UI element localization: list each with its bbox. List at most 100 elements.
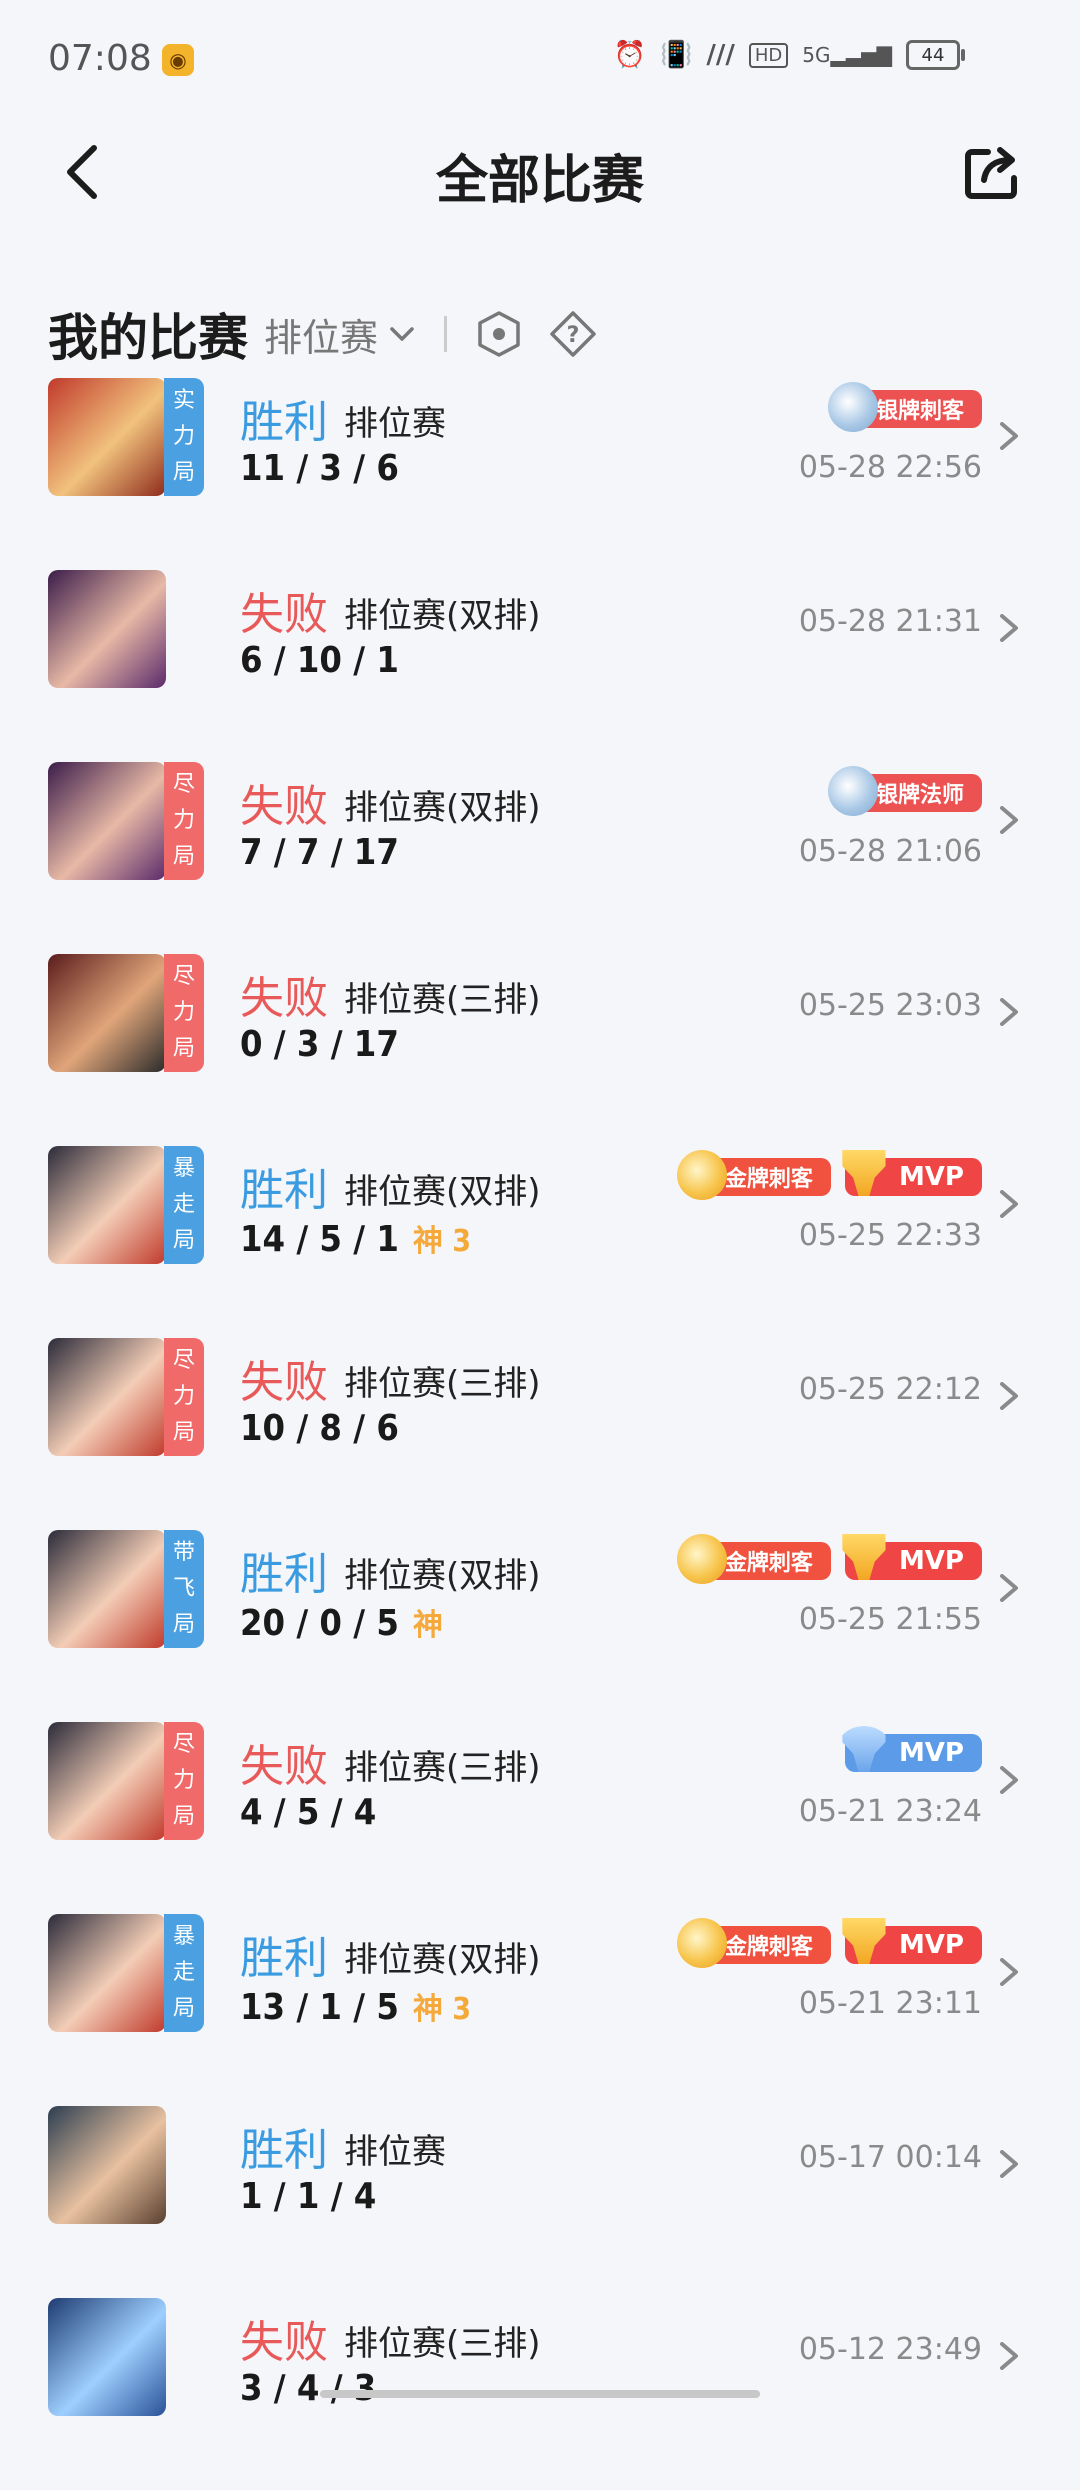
kda-text: 6 / 10 / 1 bbox=[240, 640, 399, 681]
performance-tag-char: 暴 bbox=[172, 1924, 195, 1949]
help-icon[interactable]: ? bbox=[549, 310, 597, 358]
hero-avatar bbox=[48, 570, 166, 688]
chevron-right-icon[interactable] bbox=[994, 2338, 1024, 2374]
kda-score: 1 / 1 / 4 bbox=[240, 2176, 376, 2217]
mode-filter-dropdown[interactable]: 排位赛 bbox=[264, 307, 416, 362]
match-result: 胜利 bbox=[240, 1933, 328, 1984]
kda-text: 20 / 0 / 5 bbox=[240, 1603, 399, 1644]
share-button[interactable] bbox=[960, 140, 1024, 204]
match-row[interactable]: 实力局胜利 排位赛 11 / 3 / 6 银牌刺客 05-28 22:56 bbox=[0, 378, 1080, 570]
home-indicator[interactable] bbox=[320, 2390, 760, 2398]
alarm-icon: ⏰ bbox=[613, 40, 646, 70]
trophy-icon bbox=[842, 1150, 886, 1196]
godlike-streak: 神 bbox=[412, 1608, 443, 1643]
badges: 银牌法师 bbox=[827, 766, 982, 816]
performance-tag-char: 实 bbox=[172, 388, 195, 413]
match-date: 05-21 23:24 bbox=[798, 1794, 982, 1829]
chevron-right-icon[interactable] bbox=[994, 1186, 1024, 1222]
kda-text: 10 / 8 / 6 bbox=[240, 1408, 399, 1449]
chevron-right-icon[interactable] bbox=[994, 1378, 1024, 1414]
mvp-badge: MVP bbox=[842, 1534, 982, 1580]
chevron-right-icon[interactable] bbox=[994, 418, 1024, 454]
chevron-right-icon[interactable] bbox=[994, 994, 1024, 1030]
kda-score: 6 / 10 / 1 bbox=[240, 640, 399, 681]
performance-tag: 暴走局 bbox=[164, 1914, 204, 2032]
match-date: 05-28 21:06 bbox=[798, 834, 982, 869]
hero-portrait-image bbox=[48, 2106, 166, 2224]
hero-portrait-image bbox=[48, 1914, 166, 2032]
kda-text: 3 / 4 / 3 bbox=[240, 2368, 377, 2409]
kda-score: 10 / 8 / 6 bbox=[240, 1408, 399, 1449]
kda-score: 11 / 3 / 6 bbox=[240, 448, 399, 489]
chevron-down-icon bbox=[390, 327, 414, 341]
performance-tag: 尽力局 bbox=[164, 762, 204, 880]
title-badge: 金牌刺客 bbox=[676, 1150, 831, 1200]
performance-tag-char: 暴 bbox=[172, 1156, 195, 1181]
match-result: 失败 bbox=[240, 1741, 328, 1792]
kda-text: 13 / 1 / 5 bbox=[240, 1987, 399, 2028]
match-row[interactable]: 尽力局失败 排位赛(三排) 4 / 5 / 4 MVP 05-21 23:24 bbox=[0, 1722, 1080, 1914]
gold-medal-icon bbox=[676, 1150, 727, 1200]
status-icons: ⏰ 📳 /// HD 5G▂▃▅▇ 44 bbox=[613, 40, 965, 70]
badges: MVP bbox=[842, 1726, 982, 1772]
kda-score: 13 / 1 / 5 神 3 bbox=[240, 1984, 471, 2028]
kda-score: 7 / 7 / 17 bbox=[240, 832, 399, 873]
performance-tag-char: 飞 bbox=[172, 1576, 195, 1601]
page-title: 全部比赛 bbox=[435, 151, 644, 211]
hero-avatar bbox=[48, 378, 166, 496]
hexagon-settings-icon[interactable] bbox=[475, 310, 523, 358]
match-mode: 排位赛(三排) bbox=[344, 1364, 541, 1404]
chevron-right-icon[interactable] bbox=[994, 2146, 1024, 2182]
trophy-icon bbox=[842, 1726, 886, 1772]
match-mode: 排位赛 bbox=[344, 2132, 446, 2172]
performance-tag-char: 局 bbox=[172, 460, 195, 485]
match-mode: 排位赛(双排) bbox=[344, 1172, 541, 1212]
match-result: 失败 bbox=[240, 2317, 328, 2368]
hero-avatar bbox=[48, 1914, 166, 2032]
hero-portrait-image bbox=[48, 762, 166, 880]
gold-medal-icon bbox=[676, 1534, 727, 1584]
match-date: 05-25 21:55 bbox=[798, 1602, 982, 1637]
hero-portrait-image bbox=[48, 1338, 166, 1456]
match-row[interactable]: 带飞局胜利 排位赛(双排) 20 / 0 / 5 神金牌刺客 MVP 05-25 21:5… bbox=[0, 1530, 1080, 1722]
badge-label: 金牌刺客 bbox=[724, 1167, 813, 1192]
kda-score: 20 / 0 / 5 神 bbox=[240, 1600, 443, 1644]
performance-tag: 尽力局 bbox=[164, 1722, 204, 1840]
performance-tag: 尽力局 bbox=[164, 954, 204, 1072]
performance-tag-char: 尽 bbox=[172, 1348, 195, 1373]
kda-score: 3 / 4 / 3 bbox=[240, 2368, 376, 2409]
network-speed-icon: /// bbox=[706, 40, 735, 70]
match-row[interactable]: 暴走局胜利 排位赛(双排) 13 / 1 / 5神 3 金牌刺客 MVP 05-21 23… bbox=[0, 1914, 1080, 2106]
chevron-right-icon[interactable] bbox=[994, 1762, 1024, 1798]
match-row[interactable]: 失败 排位赛(双排) 6 / 10 / 1 05-28 21:31 bbox=[0, 570, 1080, 762]
performance-tag: 带飞局 bbox=[164, 1530, 204, 1648]
title-badge: 银牌法师 bbox=[827, 766, 982, 816]
match-mode: 排位赛(双排) bbox=[344, 1556, 541, 1596]
godlike-streak: 神 3 bbox=[412, 1224, 472, 1259]
performance-tag-char: 局 bbox=[172, 1804, 195, 1829]
match-row[interactable]: 尽力局失败 排位赛(双排) 7 / 7 / 17 银牌法师 05-28 21:06 bbox=[0, 762, 1080, 954]
filter-label: 排位赛 bbox=[264, 315, 379, 360]
performance-tag-char: 局 bbox=[172, 1612, 195, 1637]
badge-label: 金牌刺客 bbox=[724, 1551, 813, 1576]
hero-avatar bbox=[48, 1146, 166, 1264]
hero-portrait-image bbox=[48, 2298, 166, 2416]
chevron-right-icon[interactable] bbox=[994, 610, 1024, 646]
signal-label: 5G bbox=[802, 43, 831, 67]
match-row[interactable]: 尽力局失败 排位赛(三排) 0 / 3 / 17 05-25 23:03 bbox=[0, 954, 1080, 1146]
match-row[interactable]: 暴走局胜利 排位赛(双排) 14 / 5 / 1神 3 金牌刺客 MVP 05-25 22… bbox=[0, 1146, 1080, 1338]
chevron-right-icon[interactable] bbox=[994, 1954, 1024, 1990]
match-row[interactable]: 尽力局失败 排位赛(三排) 10 / 8 / 6 05-25 22:12 bbox=[0, 1338, 1080, 1530]
performance-tag-char: 力 bbox=[172, 1768, 195, 1793]
hero-avatar bbox=[48, 1338, 166, 1456]
match-result: 胜利 bbox=[240, 2125, 328, 2176]
gold-medal-icon bbox=[676, 1918, 727, 1968]
match-result: 胜利 bbox=[240, 1165, 328, 1216]
performance-tag-char: 局 bbox=[172, 1228, 195, 1253]
chevron-right-icon[interactable] bbox=[994, 802, 1024, 838]
performance-tag-char: 带 bbox=[172, 1540, 195, 1565]
chevron-right-icon[interactable] bbox=[994, 1570, 1024, 1606]
hero-portrait-image bbox=[48, 570, 166, 688]
match-row[interactable]: 胜利 排位赛 1 / 1 / 4 05-17 00:14 bbox=[0, 2106, 1080, 2298]
mvp-badge: MVP bbox=[842, 1150, 982, 1196]
